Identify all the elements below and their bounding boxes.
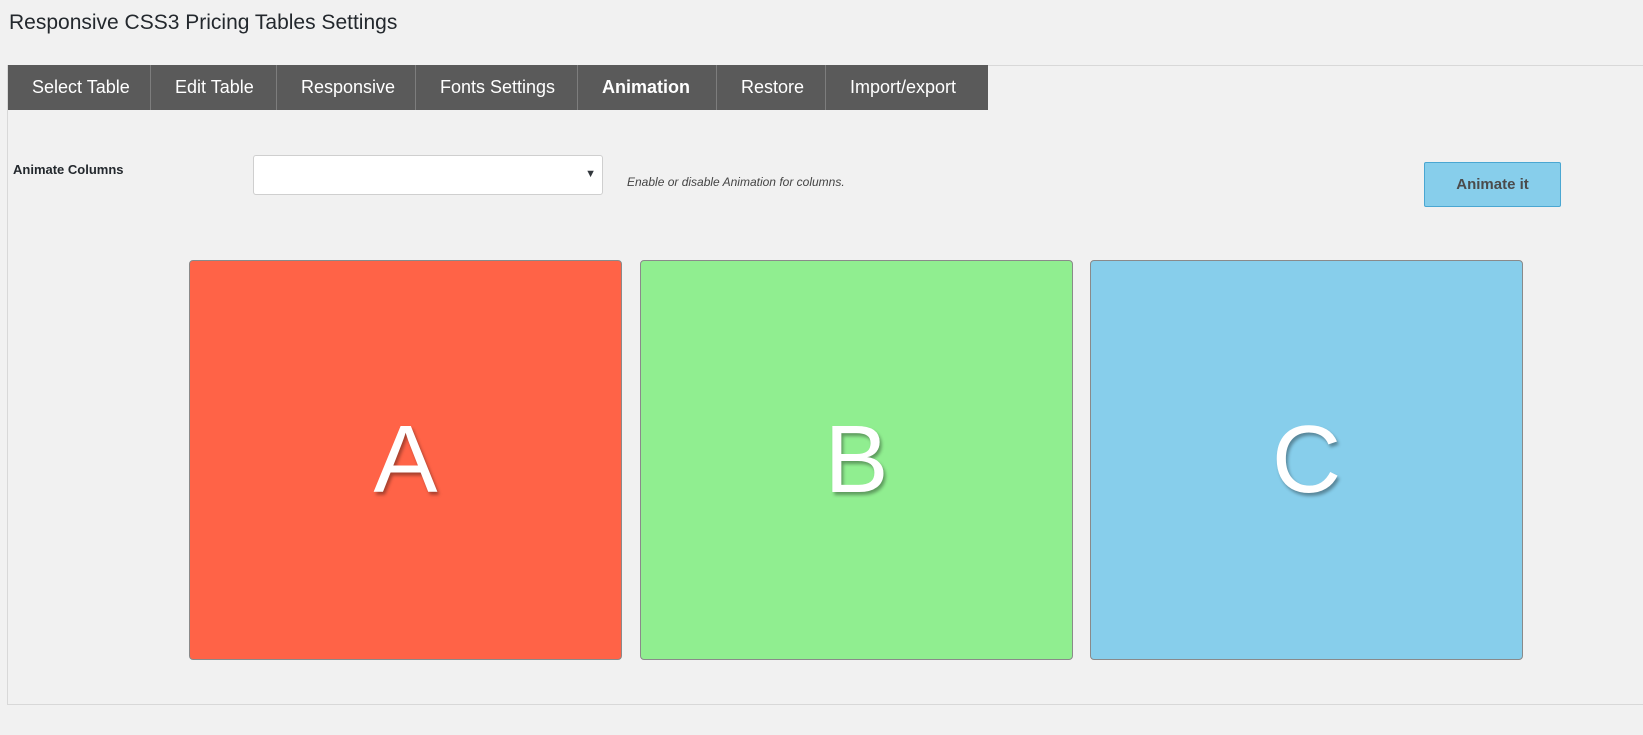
tab-animation[interactable]: Animation [578,65,717,110]
column-box-b: B [640,260,1073,660]
tab-responsive[interactable]: Responsive [277,65,416,110]
animate-it-button[interactable]: Animate it [1424,162,1561,207]
tab-select-table[interactable]: Select Table [8,65,151,110]
page-title: Responsive CSS3 Pricing Tables Settings [9,11,398,34]
column-box-c: C [1090,260,1523,660]
animate-columns-help-text: Enable or disable Animation for columns. [627,175,845,189]
column-box-a: A [189,260,622,660]
column-letter-c: C [1271,406,1342,513]
animate-columns-select[interactable]: ▼ [253,155,603,195]
column-letter-b: B [824,406,889,513]
caret-down-icon: ▼ [585,168,596,180]
tab-import-export[interactable]: Import/export [826,65,988,110]
animate-columns-label: Animate Columns [13,162,124,177]
tab-fonts-settings[interactable]: Fonts Settings [416,65,578,110]
column-letter-a: A [373,406,438,513]
settings-tabs: Select Table Edit Table Responsive Fonts… [8,65,988,110]
tab-restore[interactable]: Restore [717,65,826,110]
tab-edit-table[interactable]: Edit Table [151,65,277,110]
